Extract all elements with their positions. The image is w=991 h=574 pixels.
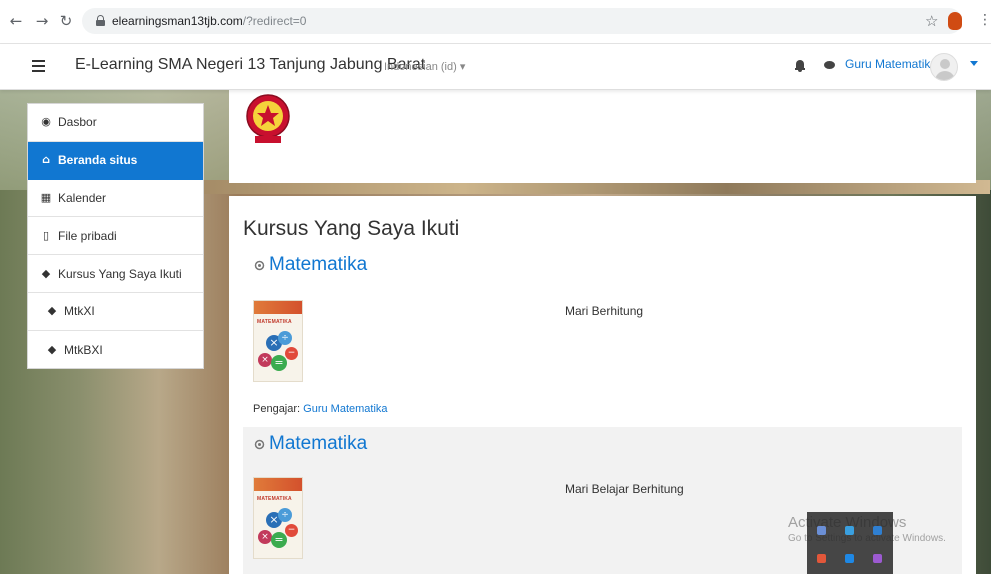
course-teacher: Pengajar: Guru Matematika (253, 403, 388, 415)
drawer-item-beranda-situs[interactable]: ⌂ Beranda situs (28, 141, 203, 180)
course-title-row: Matematika (253, 254, 367, 276)
url-path: /?redirect=0 (242, 14, 307, 28)
drawer-item-dasbor[interactable]: ◉ Dasbor (28, 104, 203, 142)
url-host: elearningsman13tjb.com (112, 14, 243, 28)
page-header-card (229, 90, 976, 183)
file-icon: ▯ (42, 228, 50, 242)
tray-app-icon[interactable] (873, 526, 882, 535)
forward-icon[interactable]: → (34, 13, 50, 29)
drawer-item-kalender[interactable]: ▦ Kalender (28, 180, 203, 218)
address-bar[interactable]: elearningsman13tjb.com/?redirect=0 (82, 8, 962, 34)
lock-icon[interactable] (96, 15, 105, 26)
tray-app-icon[interactable] (873, 554, 882, 563)
url-text[interactable]: elearningsman13tjb.com/?redirect=0 (112, 14, 306, 28)
dashboard-icon: ◉ (41, 115, 51, 129)
notification-bell-icon[interactable] (795, 60, 805, 72)
teacher-label: Pengajar: (253, 403, 301, 415)
drawer-item-label: Kursus Yang Saya Ikuti (58, 266, 182, 281)
school-logo-icon (246, 94, 290, 143)
drawer-item-file-pribadi[interactable]: ▯ File pribadi (28, 217, 203, 256)
graduation-cap-icon: ◆ (47, 342, 57, 356)
course-image[interactable]: MATEMATIKA × ÷ × = − (253, 477, 303, 559)
tray-app-icon[interactable] (845, 554, 854, 563)
course-image[interactable]: MATEMATIKA × ÷ × = − (253, 300, 303, 382)
user-menu-caret-icon[interactable] (970, 61, 978, 66)
browser-toolbar: ← → ↻ elearningsman13tjb.com/?redirect=0… (0, 0, 991, 44)
drawer-item-mtkxi[interactable]: ◆ MtkXI (28, 293, 203, 331)
home-icon: ⌂ (42, 153, 50, 167)
drawer-item-label: Beranda situs (58, 153, 138, 168)
course-card: Matematika MATEMATIKA × ÷ × = − Mari Berhitu… (243, 248, 962, 425)
avatar[interactable] (930, 53, 958, 81)
course-name-link[interactable]: Matematika (269, 433, 367, 455)
browser-menu-icon[interactable]: ⋮ (978, 12, 991, 28)
course-title-row: Matematika (253, 433, 367, 455)
messages-chat-icon[interactable] (824, 61, 835, 69)
course-gear-icon (254, 439, 265, 449)
course-name-link[interactable]: Matematika (269, 254, 367, 276)
course-gear-icon (254, 260, 265, 270)
calendar-icon: ▦ (40, 190, 52, 204)
drawer-item-label: MtkBXI (64, 342, 103, 357)
drawer-item-label: Dasbor (58, 115, 97, 130)
drawer-item-label: File pribadi (58, 228, 117, 243)
bookmark-star-icon[interactable]: ☆ (925, 12, 938, 30)
language-menu[interactable]: Indonesian (id) ▾ (384, 60, 465, 73)
graduation-cap-icon: ◆ (47, 304, 57, 318)
site-navbar: E-Learning SMA Negeri 13 Tanjung Jabung … (0, 44, 991, 90)
course-image-label: MATEMATIKA (257, 319, 292, 325)
reload-icon[interactable]: ↻ (58, 13, 74, 29)
tray-app-icon[interactable] (817, 554, 826, 563)
back-icon[interactable]: ← (8, 13, 24, 29)
extension-icon[interactable] (948, 12, 962, 30)
page-title: Kursus Yang Saya Ikuti (243, 217, 460, 240)
drawer-item-label: Kalender (58, 190, 107, 205)
drawer-item-kursus[interactable]: ◆ Kursus Yang Saya Ikuti (28, 255, 203, 293)
course-summary: Mari Berhitung (565, 304, 644, 318)
tray-app-icon[interactable] (817, 526, 826, 535)
graduation-cap-icon: ◆ (41, 266, 51, 280)
nav-drawer: ◉ Dasbor ⌂ Beranda situs ▦ Kalender ▯ Fi… (27, 103, 204, 369)
drawer-item-mtkbxi[interactable]: ◆ MtkBXI (28, 331, 203, 369)
system-tray-popup (807, 512, 893, 574)
hamburger-menu-icon[interactable] (32, 60, 45, 72)
tray-app-icon[interactable] (845, 526, 854, 535)
course-image-label: MATEMATIKA (257, 496, 292, 502)
teacher-link[interactable]: Guru Matematika (303, 403, 387, 415)
user-menu-name[interactable]: Guru Matematika (845, 57, 937, 71)
drawer-item-label: MtkXI (64, 304, 95, 319)
site-name[interactable]: E-Learning SMA Negeri 13 Tanjung Jabung … (75, 56, 425, 74)
course-summary: Mari Belajar Berhitung (565, 482, 684, 496)
